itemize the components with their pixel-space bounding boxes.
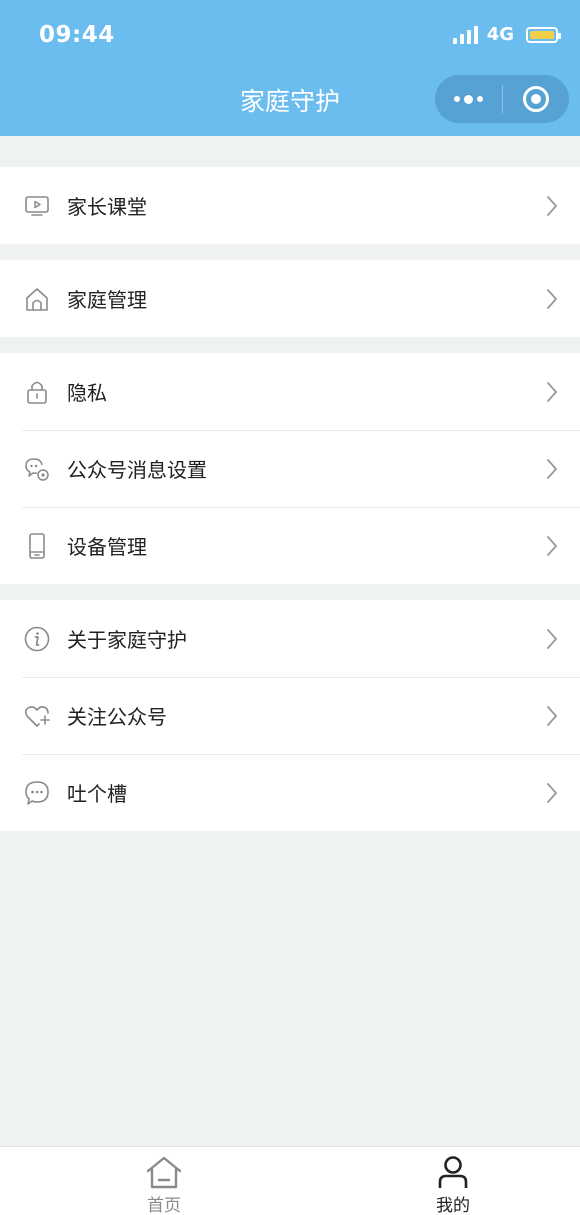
chevron-right-icon <box>547 459 557 479</box>
menu-item-label: 家庭管理 <box>67 288 147 312</box>
menu-item-feedback[interactable]: 吐个槽 <box>0 754 580 831</box>
menu-group-3: 隐私 公众号消息设置 设备管理 <box>0 353 580 584</box>
menu-group-1: 家长课堂 <box>0 167 580 244</box>
menu-item-device-management[interactable]: 设备管理 <box>0 507 580 584</box>
menu-item-label: 吐个槽 <box>67 782 127 806</box>
video-screen-icon <box>25 196 49 216</box>
chevron-right-icon <box>547 196 557 216</box>
menu-item-label: 公众号消息设置 <box>67 458 207 482</box>
tab-mine[interactable]: 我的 <box>413 1155 493 1215</box>
phone-device-icon <box>29 533 45 559</box>
menu-item-label: 关于家庭守护 <box>67 628 187 652</box>
tab-home[interactable]: 首页 <box>124 1155 204 1215</box>
menu-group-4: 关于家庭守护 关注公众号 吐个槽 <box>0 600 580 831</box>
tab-label: 首页 <box>147 1196 181 1215</box>
heart-plus-icon <box>24 706 50 727</box>
menu-item-label: 设备管理 <box>67 535 147 559</box>
chevron-right-icon <box>547 783 557 803</box>
home-icon <box>26 288 48 311</box>
menu-item-privacy[interactable]: 隐私 <box>0 353 580 430</box>
status-time: 09:44 <box>39 22 115 48</box>
menu-item-family-management[interactable]: 家庭管理 <box>0 260 580 337</box>
profile-tab-icon <box>438 1156 468 1188</box>
chevron-right-icon <box>547 629 557 649</box>
home-tab-icon <box>146 1156 182 1189</box>
network-type: 4G <box>486 24 514 45</box>
battery-icon <box>526 26 561 43</box>
screen: 09:44 4G 家庭守护 家长课堂 家庭管理 隐私 公众号消息设置 设备管理 … <box>0 0 580 1215</box>
menu-item-label: 关注公众号 <box>67 705 167 729</box>
target-circle-icon <box>522 86 549 112</box>
info-icon <box>24 626 50 652</box>
chevron-right-icon <box>547 382 557 402</box>
menu-item-label: 家长课堂 <box>67 195 147 219</box>
status-indicators: 4G <box>452 24 561 45</box>
tab-label: 我的 <box>436 1196 470 1215</box>
menu-item-label: 隐私 <box>67 381 107 405</box>
signal-icon <box>452 25 478 44</box>
menu-item-follow-official-account[interactable]: 关注公众号 <box>0 677 580 754</box>
close-target-button[interactable] <box>503 75 570 123</box>
chevron-right-icon <box>547 706 557 726</box>
more-dots-icon <box>453 94 483 104</box>
chevron-right-icon <box>547 289 557 309</box>
chat-bubble-icon <box>25 781 49 805</box>
tab-bar: 首页 我的 <box>0 1146 580 1215</box>
lock-icon <box>27 381 47 404</box>
mini-program-capsule <box>435 75 569 123</box>
menu-item-official-account-message-settings[interactable]: 公众号消息设置 <box>0 430 580 507</box>
menu-item-parent-class[interactable]: 家长课堂 <box>0 167 580 244</box>
more-button[interactable] <box>435 75 502 123</box>
menu-group-2: 家庭管理 <box>0 260 580 337</box>
navigation-header: 09:44 4G 家庭守护 <box>0 0 580 136</box>
chevron-right-icon <box>547 536 557 556</box>
chat-settings-icon <box>25 458 49 481</box>
menu-item-about[interactable]: 关于家庭守护 <box>0 600 580 677</box>
